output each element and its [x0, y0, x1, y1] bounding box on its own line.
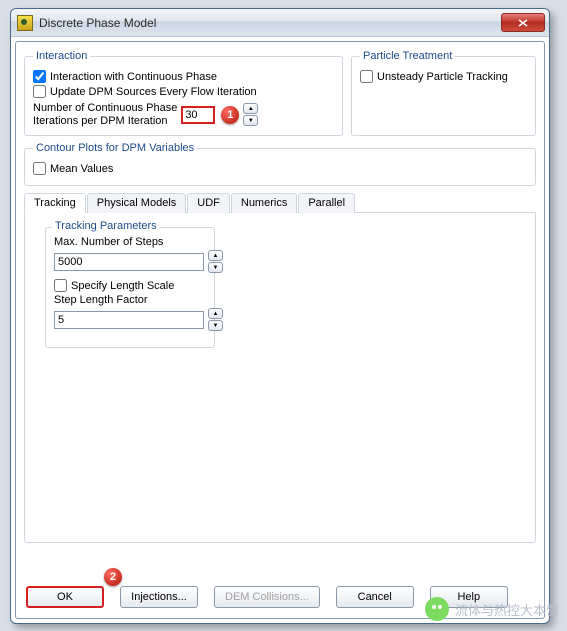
step-length-spinner: ▲ ▼ — [208, 308, 223, 331]
cb-mean-values-input[interactable] — [33, 162, 46, 175]
cb-mean-values[interactable]: Mean Values — [33, 162, 527, 175]
tab-tracking[interactable]: Tracking — [24, 193, 86, 213]
particle-legend: Particle Treatment — [360, 50, 455, 62]
cb-specify-length-label: Specify Length Scale — [71, 280, 174, 292]
max-steps-up[interactable]: ▲ — [208, 250, 223, 261]
tab-parallel[interactable]: Parallel — [298, 193, 355, 213]
max-steps-label: Max. Number of Steps — [54, 236, 206, 248]
cb-mean-values-label: Mean Values — [50, 163, 113, 175]
watermark-text: 流体与热控大本营 — [455, 600, 559, 619]
injections-button[interactable]: Injections... — [120, 586, 198, 608]
window-title: Discrete Phase Model — [39, 16, 501, 30]
max-steps-down[interactable]: ▼ — [208, 262, 223, 273]
cb-unsteady-input[interactable] — [360, 70, 373, 83]
title-bar: Discrete Phase Model — [11, 9, 549, 37]
max-steps-field: Max. Number of Steps ▲ ▼ — [54, 236, 206, 273]
iterations-row: Number of Continuous Phase Iterations pe… — [33, 102, 334, 127]
close-icon — [518, 19, 528, 27]
tab-numerics[interactable]: Numerics — [231, 193, 297, 213]
tab-udf[interactable]: UDF — [187, 193, 230, 213]
client-area: Interaction Interaction with Continuous … — [15, 41, 545, 619]
tab-physical-models[interactable]: Physical Models — [87, 193, 186, 213]
dialog-window: Discrete Phase Model Interaction Interac… — [10, 8, 550, 624]
iterations-label: Number of Continuous Phase Iterations pe… — [33, 102, 177, 127]
step-length-field: Step Length Factor ▲ ▼ — [54, 294, 206, 331]
cb-update-sources-label: Update DPM Sources Every Flow Iteration — [50, 86, 257, 98]
tracking-params-group: Tracking Parameters Max. Number of Steps… — [45, 227, 215, 348]
cb-interaction-continuous-input[interactable] — [33, 70, 46, 83]
contour-legend: Contour Plots for DPM Variables — [33, 142, 197, 154]
tab-strip: Tracking Physical Models UDF Numerics Pa… — [24, 192, 536, 213]
wechat-icon — [425, 597, 449, 621]
cancel-button[interactable]: Cancel — [336, 586, 414, 608]
top-row: Interaction Interaction with Continuous … — [24, 50, 536, 142]
step-length-input[interactable] — [54, 311, 204, 329]
tracking-params-legend: Tracking Parameters — [52, 220, 160, 232]
iterations-down[interactable]: ▼ — [243, 115, 258, 126]
callout-1: 1 — [221, 106, 239, 124]
iterations-spinner: ▲ ▼ — [243, 103, 258, 126]
step-length-up[interactable]: ▲ — [208, 308, 223, 319]
iterations-up[interactable]: ▲ — [243, 103, 258, 114]
step-length-label: Step Length Factor — [54, 294, 206, 306]
tab-panel: Tracking Parameters Max. Number of Steps… — [24, 213, 536, 543]
ok-button[interactable]: OK — [26, 586, 104, 608]
particle-group: Particle Treatment Unsteady Particle Tra… — [351, 50, 536, 136]
cb-interaction-continuous[interactable]: Interaction with Continuous Phase — [33, 70, 334, 83]
interaction-group: Interaction Interaction with Continuous … — [24, 50, 343, 136]
cb-specify-length-input[interactable] — [54, 279, 67, 292]
interaction-legend: Interaction — [33, 50, 90, 62]
close-button[interactable] — [501, 13, 545, 32]
cb-update-sources-input[interactable] — [33, 85, 46, 98]
cb-unsteady-label: Unsteady Particle Tracking — [377, 71, 508, 83]
cb-interaction-continuous-label: Interaction with Continuous Phase — [50, 71, 217, 83]
app-icon — [17, 15, 33, 31]
max-steps-spinner: ▲ ▼ — [208, 250, 223, 273]
cb-unsteady[interactable]: Unsteady Particle Tracking — [360, 70, 527, 83]
iterations-input[interactable] — [181, 106, 215, 124]
contour-group: Contour Plots for DPM Variables Mean Val… — [24, 142, 536, 186]
max-steps-input[interactable] — [54, 253, 204, 271]
cb-specify-length[interactable]: Specify Length Scale — [54, 279, 206, 292]
step-length-down[interactable]: ▼ — [208, 320, 223, 331]
cb-update-sources[interactable]: Update DPM Sources Every Flow Iteration — [33, 85, 334, 98]
dem-collisions-button[interactable]: DEM Collisions... — [214, 586, 320, 608]
watermark: 流体与热控大本营 — [425, 597, 559, 621]
